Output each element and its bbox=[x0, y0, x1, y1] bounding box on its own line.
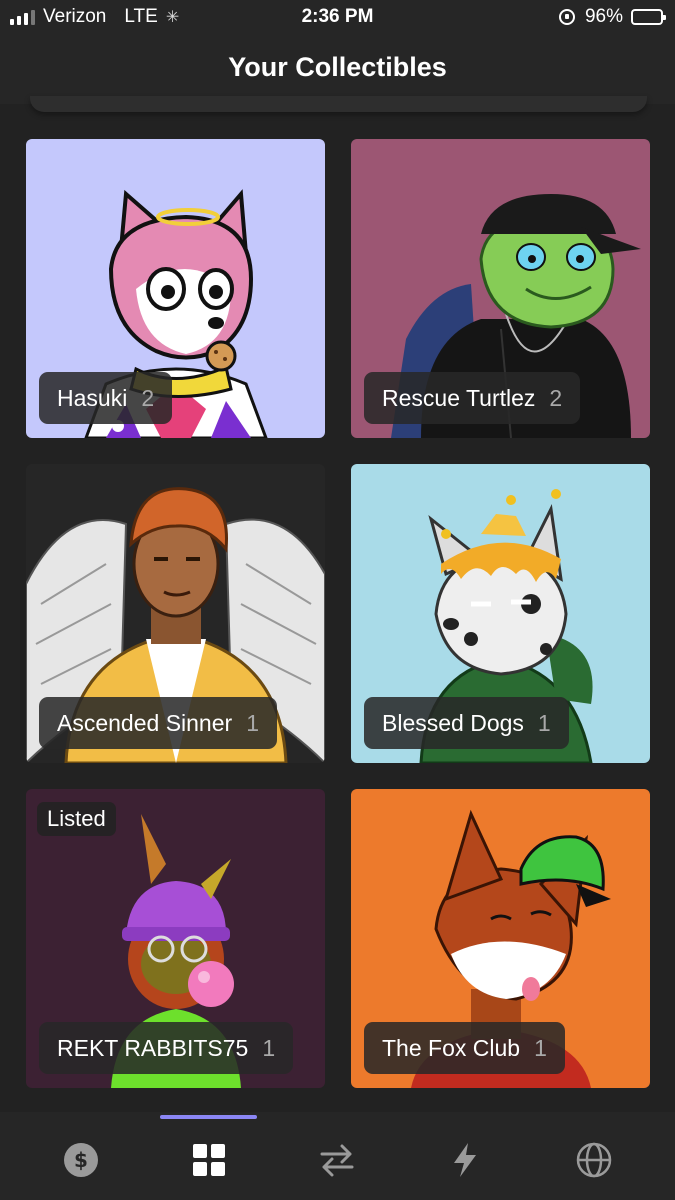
nav-tab-browser[interactable] bbox=[574, 1140, 614, 1180]
grid-icon bbox=[193, 1144, 225, 1176]
svg-text:$: $ bbox=[74, 1148, 88, 1172]
orientation-lock-icon bbox=[558, 9, 575, 25]
status-right: 96% bbox=[558, 6, 666, 28]
collectible-card-ascended-sinner[interactable]: Ascended Sinner 1 bbox=[26, 464, 325, 763]
globe-icon bbox=[576, 1142, 612, 1178]
collectible-card-hasuki[interactable]: Hasuki 2 bbox=[26, 139, 325, 438]
collection-count: 1 bbox=[534, 1034, 547, 1061]
collectible-label: REKT RABBITS75 1 bbox=[39, 1022, 294, 1074]
battery-percent: 96% bbox=[584, 6, 623, 27]
collectible-card-the-fox-club[interactable]: The Fox Club 1 bbox=[351, 789, 650, 1088]
nav-tab-collectibles[interactable] bbox=[189, 1140, 229, 1180]
nav-tab-swap[interactable] bbox=[317, 1140, 357, 1180]
status-bar: Verizon LTE ✳ 2:36 PM 96% bbox=[0, 0, 675, 34]
collectible-label: The Fox Club 1 bbox=[364, 1022, 565, 1074]
collection-name: Rescue Turtlez bbox=[382, 384, 536, 411]
dollar-icon: $ bbox=[64, 1143, 98, 1177]
listed-badge: Listed bbox=[37, 802, 116, 836]
collection-count: 1 bbox=[262, 1034, 276, 1061]
collectibles-grid: Hasuki 2 Rescue Turtlez 2 Ascended Sinne… bbox=[26, 139, 650, 1088]
collectible-label: Blessed Dogs 1 bbox=[364, 697, 569, 749]
active-tab-indicator bbox=[160, 1115, 257, 1119]
collection-name: REKT RABBITS75 bbox=[57, 1034, 249, 1061]
collection-name: The Fox Club bbox=[382, 1034, 521, 1061]
collection-name: Hasuki bbox=[57, 384, 128, 411]
collectible-label: Ascended Sinner 1 bbox=[39, 697, 277, 749]
page-title: Your Collectibles bbox=[228, 52, 447, 82]
collectible-card-rescue-turtlez[interactable]: Rescue Turtlez 2 bbox=[351, 139, 650, 438]
header: Your Collectibles bbox=[0, 34, 675, 104]
bottom-nav: $ bbox=[0, 1112, 675, 1200]
collectible-label: Rescue Turtlez 2 bbox=[364, 372, 581, 424]
nav-tab-activity[interactable] bbox=[445, 1140, 485, 1180]
collectible-card-rekt-rabbits75[interactable]: Listed REKT RABBITS75 1 bbox=[26, 789, 325, 1088]
header-bottom-strip bbox=[30, 96, 647, 112]
collection-count: 2 bbox=[549, 384, 563, 411]
nav-tab-wallet[interactable]: $ bbox=[61, 1140, 101, 1180]
collectible-label: Hasuki 2 bbox=[39, 372, 173, 424]
collection-count: 2 bbox=[141, 384, 155, 411]
swap-icon bbox=[320, 1144, 354, 1177]
bolt-icon bbox=[454, 1143, 476, 1177]
collection-count: 1 bbox=[246, 709, 259, 736]
collection-name: Blessed Dogs bbox=[382, 709, 524, 736]
collectible-card-blessed-dogs[interactable]: Blessed Dogs 1 bbox=[351, 464, 650, 763]
collection-name: Ascended Sinner bbox=[57, 709, 233, 736]
collection-count: 1 bbox=[537, 709, 551, 736]
battery-icon bbox=[631, 9, 666, 25]
